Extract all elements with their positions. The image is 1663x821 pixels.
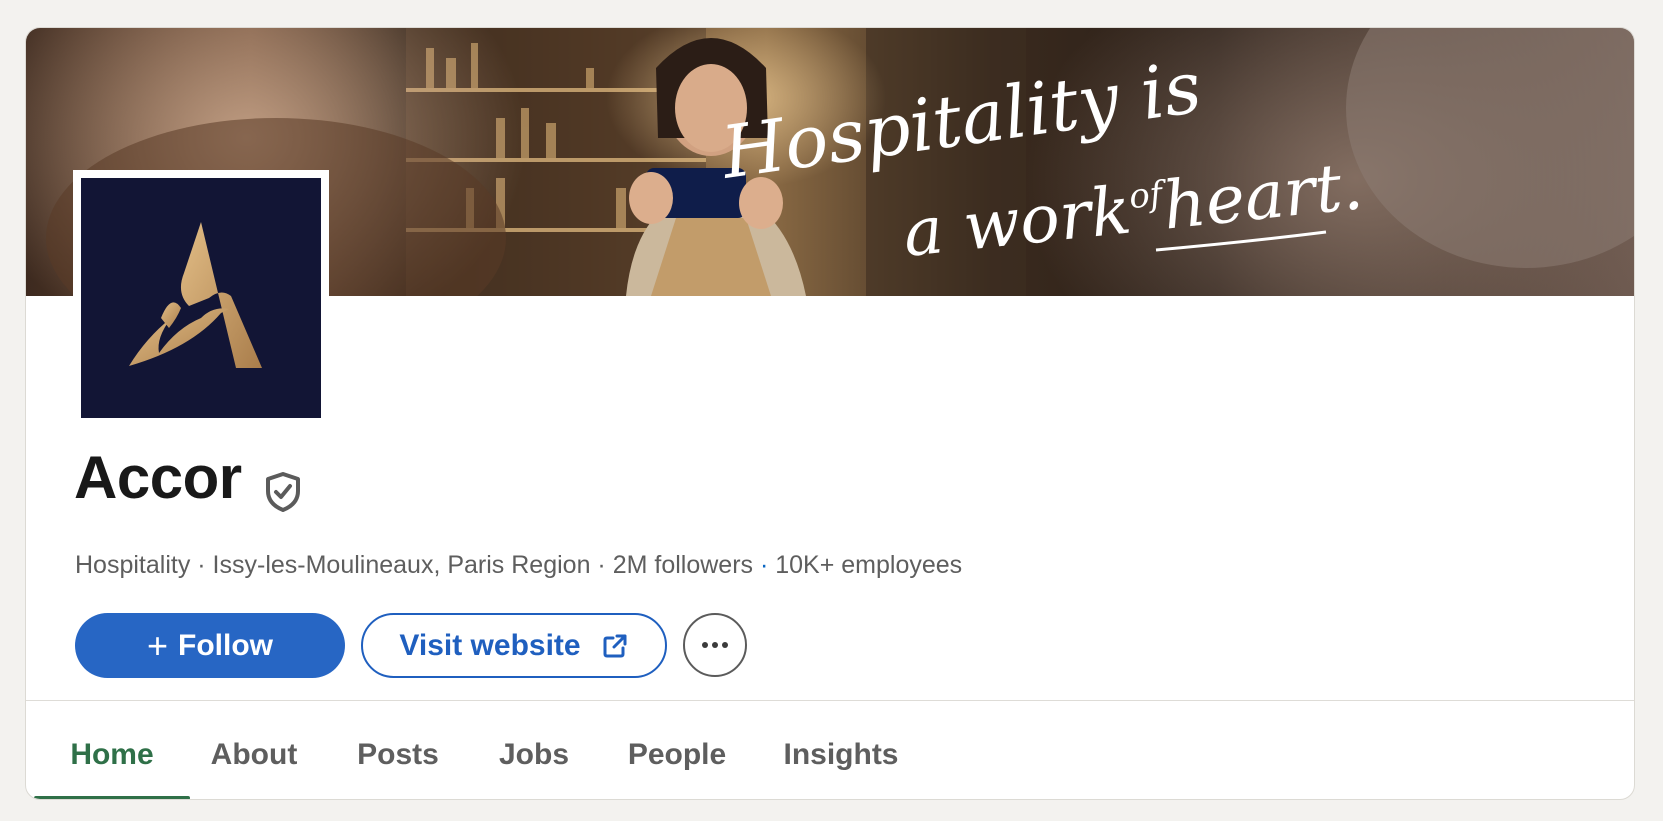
company-name: Accor xyxy=(74,444,242,511)
external-link-icon xyxy=(603,634,627,657)
page-tabs: Home About Posts Jobs People Insights xyxy=(26,701,1634,799)
separator: · xyxy=(590,551,613,579)
verified-shield-icon[interactable] xyxy=(263,470,303,514)
company-meta: Hospitality · Issy-les-Moulineaux, Paris… xyxy=(75,553,962,578)
separator: · xyxy=(753,551,776,579)
tab-people[interactable]: People xyxy=(610,701,744,799)
tab-label: Insights xyxy=(783,738,899,771)
follow-button[interactable]: + Follow xyxy=(75,613,345,678)
tab-label: People xyxy=(627,738,727,771)
tab-label: About xyxy=(210,738,298,771)
followers-count[interactable]: 2M followers xyxy=(613,551,753,579)
tab-label: Jobs xyxy=(498,738,570,771)
accor-logo-mark xyxy=(129,222,262,368)
industry: Hospitality xyxy=(75,551,191,579)
location: Issy-les-Moulineaux, Paris Region xyxy=(212,551,591,579)
visit-website-label: Visit website xyxy=(399,628,581,662)
tab-label: Home xyxy=(70,738,154,771)
accor-logo-icon xyxy=(81,178,321,418)
tab-home[interactable]: Home xyxy=(40,701,184,799)
follow-button-label: Follow xyxy=(178,628,273,662)
tab-insights[interactable]: Insights xyxy=(766,701,916,799)
plus-icon: + xyxy=(146,624,169,666)
active-tab-indicator xyxy=(34,796,190,799)
more-options-button[interactable] xyxy=(683,613,747,677)
company-logo[interactable] xyxy=(73,170,329,426)
visit-website-button[interactable]: Visit website xyxy=(361,613,667,678)
tab-about[interactable]: About xyxy=(188,701,320,799)
employees-count[interactable]: 10K+ employees xyxy=(775,551,962,579)
separator: · xyxy=(190,551,213,579)
tab-label: Posts xyxy=(357,738,439,771)
tab-posts[interactable]: Posts xyxy=(338,701,458,799)
tab-jobs[interactable]: Jobs xyxy=(481,701,587,799)
company-profile-card: Hospitality is a workofheart. Accor Hosp… xyxy=(25,27,1635,800)
ellipsis-icon xyxy=(702,642,728,648)
